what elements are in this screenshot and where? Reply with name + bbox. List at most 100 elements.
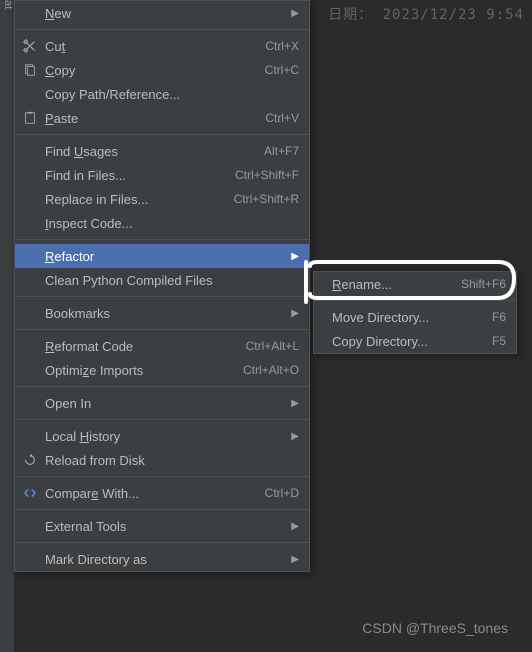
menu-label: Clean Python Compiled Files [45, 273, 299, 288]
menu-compare-with[interactable]: Compare With... Ctrl+D [15, 481, 309, 505]
chevron-right-icon: ▶ [289, 554, 299, 565]
menu-label: Copy Directory... [332, 334, 476, 349]
watermark: CSDN @ThreeS_tones [362, 620, 508, 636]
blank-icon [21, 86, 39, 102]
menu-external-tools[interactable]: External Tools ▶ [15, 514, 309, 538]
menu-copy[interactable]: Copy Ctrl+C [15, 58, 309, 82]
separator [15, 134, 309, 135]
submenu-move-directory[interactable]: Move Directory... F6 [314, 305, 516, 329]
blank-icon [21, 143, 39, 159]
menu-label: Cut [45, 39, 249, 54]
separator [15, 476, 309, 477]
menu-cut[interactable]: Cut Ctrl+X [15, 34, 309, 58]
menu-find-usages[interactable]: Find Usages Alt+F7 [15, 139, 309, 163]
blank-icon [21, 518, 39, 534]
menu-label: Paste [45, 111, 249, 126]
shortcut: Ctrl+C [265, 63, 299, 77]
shortcut: F6 [492, 310, 506, 324]
menu-label: Open In [45, 396, 289, 411]
separator [15, 386, 309, 387]
menu-local-history[interactable]: Local History ▶ [15, 424, 309, 448]
blank-icon [21, 428, 39, 444]
separator [15, 29, 309, 30]
blank-icon [21, 362, 39, 378]
refactor-submenu: Rename... Shift+F6 Move Directory... F6 … [313, 271, 517, 354]
separator [15, 419, 309, 420]
blank-icon [21, 305, 39, 321]
blank-icon [21, 395, 39, 411]
menu-label: Reload from Disk [45, 453, 299, 468]
copy-icon [21, 62, 39, 78]
menu-clean-python[interactable]: Clean Python Compiled Files [15, 268, 309, 292]
shortcut: Shift+F6 [461, 277, 506, 291]
clipboard-icon [21, 110, 39, 126]
menu-label: New [45, 6, 289, 21]
separator [15, 296, 309, 297]
blank-icon [320, 333, 326, 349]
shortcut: Ctrl+Shift+R [234, 192, 299, 206]
menu-mark-directory-as[interactable]: Mark Directory as ▶ [15, 547, 309, 571]
menu-replace-in-files[interactable]: Replace in Files... Ctrl+Shift+R [15, 187, 309, 211]
menu-open-in[interactable]: Open In ▶ [15, 391, 309, 415]
shortcut: Ctrl+Alt+O [243, 363, 299, 377]
separator [15, 509, 309, 510]
menu-label: Reformat Code [45, 339, 230, 354]
chevron-right-icon: ▶ [289, 431, 299, 442]
blank-icon [21, 167, 39, 183]
side-tab: at [0, 0, 14, 652]
reload-icon [21, 452, 39, 468]
menu-new[interactable]: New ▶ [15, 1, 309, 25]
menu-label: Refactor [45, 249, 289, 264]
shortcut: Ctrl+Shift+F [235, 168, 299, 182]
menu-copy-path[interactable]: Copy Path/Reference... [15, 82, 309, 106]
menu-label: External Tools [45, 519, 289, 534]
chevron-right-icon: ▶ [289, 521, 299, 532]
menu-label: Replace in Files... [45, 192, 218, 207]
menu-label: Find in Files... [45, 168, 219, 183]
blank-icon [21, 338, 39, 354]
chevron-right-icon: ▶ [289, 251, 299, 262]
blank-icon [21, 248, 39, 264]
chevron-right-icon: ▶ [289, 8, 299, 19]
separator [15, 329, 309, 330]
menu-label: Compare With... [45, 486, 249, 501]
blank-icon [21, 191, 39, 207]
menu-optimize-imports[interactable]: Optimize Imports Ctrl+Alt+O [15, 358, 309, 382]
blank-icon [21, 272, 39, 288]
submenu-rename[interactable]: Rename... Shift+F6 [314, 272, 516, 296]
chevron-right-icon: ▶ [289, 398, 299, 409]
blank-icon [320, 309, 326, 325]
scissors-icon [21, 38, 39, 54]
menu-label: Copy Path/Reference... [45, 87, 299, 102]
blank-icon [21, 5, 39, 21]
menu-reload-from-disk[interactable]: Reload from Disk [15, 448, 309, 472]
separator [15, 542, 309, 543]
menu-reformat-code[interactable]: Reformat Code Ctrl+Alt+L [15, 334, 309, 358]
shortcut: Ctrl+Alt+L [246, 339, 299, 353]
menu-find-in-files[interactable]: Find in Files... Ctrl+Shift+F [15, 163, 309, 187]
context-menu: New ▶ Cut Ctrl+X Copy Ctrl+C Copy Path/R… [14, 0, 310, 572]
blank-icon [21, 551, 39, 567]
blank-icon [21, 215, 39, 231]
blank-icon [320, 276, 326, 292]
menu-label: Inspect Code... [45, 216, 299, 231]
shortcut: Ctrl+X [265, 39, 299, 53]
diff-icon [21, 485, 39, 501]
menu-label: Move Directory... [332, 310, 476, 325]
menu-label: Copy [45, 63, 249, 78]
menu-label: Bookmarks [45, 306, 289, 321]
submenu-copy-directory[interactable]: Copy Directory... F5 [314, 329, 516, 353]
shortcut: Ctrl+D [265, 486, 299, 500]
menu-inspect-code[interactable]: Inspect Code... [15, 211, 309, 235]
menu-bookmarks[interactable]: Bookmarks ▶ [15, 301, 309, 325]
menu-label: Optimize Imports [45, 363, 227, 378]
separator [314, 300, 516, 301]
menu-paste[interactable]: Paste Ctrl+V [15, 106, 309, 130]
menu-refactor[interactable]: Refactor ▶ [15, 244, 309, 268]
menu-label: Mark Directory as [45, 552, 289, 567]
shortcut: F5 [492, 334, 506, 348]
background-text: 日期： 2023/12/23 9:54 [328, 4, 524, 24]
separator [15, 239, 309, 240]
shortcut: Alt+F7 [264, 144, 299, 158]
menu-label: Rename... [332, 277, 445, 292]
